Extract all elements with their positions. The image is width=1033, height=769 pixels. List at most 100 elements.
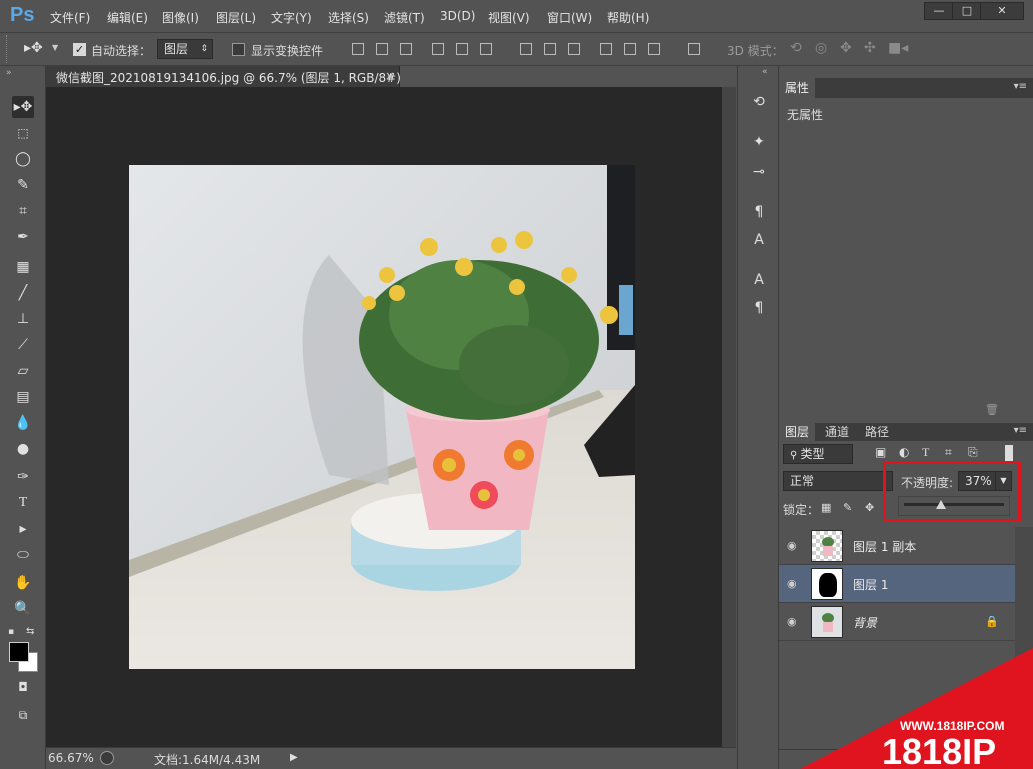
zoom-level[interactable]: 66.67% (48, 751, 94, 765)
minimize-button[interactable]: — (924, 2, 954, 20)
foreground-color-swatch[interactable] (9, 642, 29, 662)
quick-selection-tool-icon[interactable]: ✎ (12, 174, 34, 196)
eyedropper-tool-icon[interactable]: ✒ (12, 226, 34, 248)
lock-position-icon[interactable]: ✥ (865, 501, 874, 514)
status-menu-arrow-icon[interactable]: ▶ (290, 752, 298, 763)
filter-type-icon[interactable]: T (922, 445, 929, 460)
layer-filter-dropdown[interactable]: ⚲ 类型 (783, 444, 853, 464)
distribute-bottom-icon[interactable] (568, 43, 580, 55)
gradient-tool-icon[interactable]: ▤ (12, 386, 34, 408)
visibility-eye-icon[interactable]: ◉ (787, 539, 801, 552)
move-tool-preset-icon[interactable]: ▸✥ (24, 40, 43, 56)
align-horizontal-center-icon[interactable] (456, 43, 468, 55)
menu-filter[interactable]: 滤镜(T) (384, 9, 425, 26)
align-left-icon[interactable] (432, 43, 444, 55)
default-colors-icon[interactable]: ▪ (8, 627, 14, 637)
layer-row[interactable]: ◉ 背景 🔒 (779, 603, 1015, 641)
lock-image-icon[interactable]: ✎ (843, 501, 852, 514)
history-brush-tool-icon[interactable]: ⟋ (12, 334, 34, 356)
filter-toggle[interactable] (1005, 445, 1013, 461)
auto-select-target-dropdown[interactable]: 图层 ⇕ (157, 39, 213, 59)
align-right-icon[interactable] (480, 43, 492, 55)
document-image[interactable] (129, 165, 635, 669)
document-tab[interactable]: 微信截图_20210819134106.jpg @ 66.7% (图层 1, R… (46, 66, 411, 87)
blend-mode-dropdown[interactable]: 正常 (783, 471, 893, 491)
auto-select-checkbox[interactable]: ✓ (73, 43, 86, 56)
chevron-down-icon[interactable]: ▼ (52, 43, 58, 52)
maximize-button[interactable]: □ (952, 2, 982, 20)
menu-file[interactable]: 文件(F) (50, 9, 90, 26)
brush-tool-icon[interactable]: ╱ (12, 282, 34, 304)
canvas-area[interactable] (46, 87, 736, 747)
visibility-eye-icon[interactable]: ◉ (787, 577, 801, 590)
type-tool-icon[interactable]: T (12, 492, 34, 514)
paragraph-style-panel-icon[interactable]: ¶ (749, 202, 769, 222)
pen-tool-icon[interactable]: ✑ (12, 466, 34, 488)
align-vertical-center-icon[interactable] (376, 43, 388, 55)
character-style-panel-icon[interactable]: A (749, 230, 769, 250)
crop-tool-icon[interactable]: ⌗ (12, 200, 34, 222)
marquee-tool-icon[interactable]: ⬚ (12, 122, 34, 144)
collapse-dock-icon[interactable]: « (762, 67, 768, 77)
menu-edit[interactable]: 编辑(E) (107, 9, 148, 26)
vertical-scrollbar[interactable] (722, 87, 736, 747)
quick-mask-icon[interactable]: ◘ (12, 676, 34, 698)
show-transform-checkbox[interactable] (232, 43, 245, 56)
layer-name[interactable]: 背景 (853, 614, 877, 631)
menu-3d[interactable]: 3D(D) (440, 9, 475, 23)
filter-pixel-icon[interactable]: ▣ (875, 445, 886, 459)
collapse-toolbar-icon[interactable]: » (6, 68, 12, 78)
3d-scale-icon[interactable]: ■◂ (888, 40, 908, 56)
path-selection-tool-icon[interactable]: ▸ (12, 518, 34, 540)
panel-menu-icon[interactable]: ▾≡ (1014, 81, 1027, 92)
close-button[interactable]: ✕ (980, 2, 1024, 20)
eraser-tool-icon[interactable]: ▱ (12, 360, 34, 382)
paragraph-panel-icon[interactable]: ¶ (749, 298, 769, 318)
move-tool-icon[interactable]: ▸✥ (12, 96, 34, 118)
trash-icon[interactable]: 🗑 (985, 403, 999, 416)
close-tab-icon[interactable]: × (385, 69, 395, 83)
layer-name[interactable]: 图层 1 副本 (853, 538, 916, 555)
filter-shape-icon[interactable]: ⌗ (945, 445, 952, 460)
grip-handle[interactable] (6, 35, 9, 63)
layer-name[interactable]: 图层 1 (853, 576, 888, 593)
healing-brush-tool-icon[interactable]: ▦ (12, 256, 34, 278)
lock-transparent-icon[interactable]: ▦ (821, 501, 831, 514)
filter-adjustment-icon[interactable]: ◐ (899, 445, 909, 459)
menu-select[interactable]: 选择(S) (328, 9, 369, 26)
status-info-icon[interactable] (100, 751, 114, 765)
3d-rotate-icon[interactable]: ⟲ (790, 40, 802, 56)
tab-properties[interactable]: 属性 (779, 78, 816, 98)
distribute-left-icon[interactable] (600, 43, 612, 55)
filter-smart-object-icon[interactable]: ⎘ (968, 445, 978, 460)
3d-drag-icon[interactable]: ✥ (840, 40, 852, 56)
hand-tool-icon[interactable]: ✋ (12, 572, 34, 594)
layer-row[interactable]: ◉ 图层 1 (779, 565, 1015, 603)
layer-row[interactable]: ◉ 图层 1 副本 (779, 527, 1015, 565)
adjustments-panel-icon[interactable]: ⊸ (749, 162, 769, 182)
panel-menu-icon[interactable]: ▾≡ (1014, 425, 1027, 436)
menu-view[interactable]: 视图(V) (488, 9, 530, 26)
tab-layers[interactable]: 图层 (779, 423, 816, 441)
menu-help[interactable]: 帮助(H) (607, 9, 649, 26)
ellipse-tool-icon[interactable]: ⬭ (12, 544, 34, 566)
brush-panel-icon[interactable]: ✦ (749, 132, 769, 152)
history-panel-icon[interactable]: ⟲ (749, 92, 769, 112)
visibility-eye-icon[interactable]: ◉ (787, 615, 801, 628)
dodge-tool-icon[interactable]: ● (12, 438, 34, 460)
menu-window[interactable]: 窗口(W) (547, 9, 592, 26)
distribute-top-icon[interactable] (520, 43, 532, 55)
clone-stamp-tool-icon[interactable]: ⊥ (12, 308, 34, 330)
character-panel-icon[interactable]: A (749, 270, 769, 290)
3d-roll-icon[interactable]: ◎ (815, 40, 827, 56)
swap-colors-icon[interactable]: ⇆ (26, 626, 34, 637)
blur-tool-icon[interactable]: 💧 (12, 412, 34, 434)
screen-mode-icon[interactable]: ⧉ (12, 704, 34, 726)
distribute-horizontal-center-icon[interactable] (624, 43, 636, 55)
3d-slide-icon[interactable]: ✣ (864, 40, 876, 56)
distribute-vertical-center-icon[interactable] (544, 43, 556, 55)
menu-type[interactable]: 文字(Y) (271, 9, 312, 26)
lasso-tool-icon[interactable]: ◯ (12, 148, 34, 170)
align-bottom-icon[interactable] (400, 43, 412, 55)
tab-channels[interactable]: 通道 (819, 423, 855, 441)
